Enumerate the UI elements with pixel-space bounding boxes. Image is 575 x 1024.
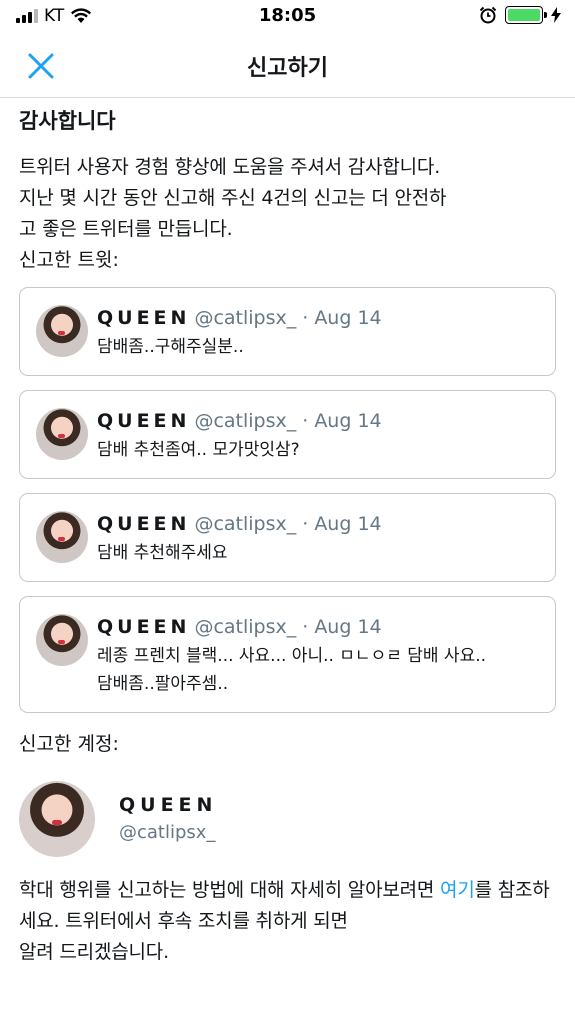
alarm-icon xyxy=(479,6,497,24)
page-title: 신고하기 xyxy=(247,56,328,81)
tweet-body: QUEEN @catlipsx_ · Aug 14 담배좀..구해주실분.. xyxy=(97,305,541,361)
account-name: QUEEN xyxy=(119,794,218,816)
tweet-header: QUEEN @catlipsx_ · Aug 14 xyxy=(97,511,541,537)
help-link[interactable]: 여기 xyxy=(440,879,475,901)
intro-text: 트위터 사용자 경험 향상에 도움을 주셔서 감사합니다. 지난 몇 시간 동안… xyxy=(19,152,556,245)
thanks-heading: 감사합니다 xyxy=(19,109,116,133)
tweet-author-name: QUEEN xyxy=(97,307,191,329)
tweet-text-line: 레종 프렌치 블랙... 사요... 아니.. ㅁㄴㅇㄹ 담배 사요.. xyxy=(97,646,487,666)
reported-account-label: 신고한 계정: xyxy=(19,733,119,755)
tweet-card[interactable]: QUEEN @catlipsx_ · Aug 14 레종 프렌치 블랙... 사… xyxy=(19,596,556,713)
tweet-card[interactable]: QUEEN @catlipsx_ · Aug 14 담배 추천해주세요 xyxy=(19,493,556,582)
intro-line: 고 좋은 트위터를 만듭니다. xyxy=(19,218,233,240)
tweet-author-name: QUEEN xyxy=(97,616,191,638)
tweet-author-name: QUEEN xyxy=(97,410,191,432)
tweet-text-line: 담배 추천좀여.. 모가맛잇삼? xyxy=(97,440,300,460)
account-handle: @catlipsx_ xyxy=(119,822,216,843)
intro-line: 지난 몇 시간 동안 신고해 주신 4건의 신고는 더 안전하 xyxy=(19,187,447,209)
tweet-date: Aug 14 xyxy=(314,307,382,329)
tweet-text-line: 담배좀..구해주실분.. xyxy=(97,337,244,357)
status-bar: KT 18:05 xyxy=(0,0,575,34)
separator-dot: · xyxy=(302,307,309,329)
reported-tweets-label: 신고한 트윗: xyxy=(19,249,119,271)
tweet-body: QUEEN @catlipsx_ · Aug 14 담배 추천해주세요 xyxy=(97,511,541,567)
tweet-card[interactable]: QUEEN @catlipsx_ · Aug 14 담배좀..구해주실분.. xyxy=(19,287,556,376)
tweet-header: QUEEN @catlipsx_ · Aug 14 xyxy=(97,408,541,434)
tweet-author-handle: @catlipsx_ xyxy=(194,616,297,638)
tweet-date: Aug 14 xyxy=(314,616,382,638)
separator-dot: · xyxy=(302,513,309,535)
tweet-header: QUEEN @catlipsx_ · Aug 14 xyxy=(97,305,541,331)
status-right xyxy=(479,6,561,24)
avatar xyxy=(36,305,88,357)
tweet-text-line: 담배좀..팔아주셈.. xyxy=(97,674,229,694)
battery-icon xyxy=(505,6,547,24)
tweet-author-handle: @catlipsx_ xyxy=(194,410,297,432)
tweet-text: 담배좀..구해주실분.. xyxy=(97,333,541,361)
avatar xyxy=(36,511,88,563)
tweet-body: QUEEN @catlipsx_ · Aug 14 레종 프렌치 블랙... 사… xyxy=(97,614,541,698)
tweet-author-handle: @catlipsx_ xyxy=(194,307,297,329)
separator-dot: · xyxy=(302,616,309,638)
footer-text: 학대 행위를 신고하는 방법에 대해 자세히 알아보려면 여기를 참조하세요. … xyxy=(19,875,556,968)
tweet-text: 담배 추천해주세요 xyxy=(97,539,541,567)
tweet-date: Aug 14 xyxy=(314,410,382,432)
tweet-text: 레종 프렌치 블랙... 사요... 아니.. ㅁㄴㅇㄹ 담배 사요.. 담배좀… xyxy=(97,642,541,698)
report-content: 감사합니다 트위터 사용자 경험 향상에 도움을 주셔서 감사합니다. 지난 몇… xyxy=(0,98,575,968)
avatar[interactable] xyxy=(19,781,95,857)
tweet-author-name: QUEEN xyxy=(97,513,191,535)
account-info: QUEEN @catlipsx_ xyxy=(119,791,217,847)
reported-account: QUEEN @catlipsx_ xyxy=(19,781,556,857)
report-header: 신고하기 xyxy=(0,34,575,98)
separator-dot: · xyxy=(302,410,309,432)
tweet-header: QUEEN @catlipsx_ · Aug 14 xyxy=(97,614,541,640)
tweet-date: Aug 14 xyxy=(314,513,382,535)
tweet-card[interactable]: QUEEN @catlipsx_ · Aug 14 담배 추천좀여.. 모가맛잇… xyxy=(19,390,556,479)
footer-text-part: 알려 드리겠습니다. xyxy=(19,941,169,963)
tweet-author-handle: @catlipsx_ xyxy=(194,513,297,535)
intro-line: 트위터 사용자 경험 향상에 도움을 주셔서 감사합니다. xyxy=(19,156,441,178)
tweet-text: 담배 추천좀여.. 모가맛잇삼? xyxy=(97,436,541,464)
charging-icon xyxy=(551,7,561,23)
tweet-body: QUEEN @catlipsx_ · Aug 14 담배 추천좀여.. 모가맛잇… xyxy=(97,408,541,464)
tweet-text-line: 담배 추천해주세요 xyxy=(97,543,228,563)
avatar xyxy=(36,408,88,460)
avatar xyxy=(36,614,88,666)
footer-text-part: 학대 행위를 신고하는 방법에 대해 자세히 알아보려면 xyxy=(19,879,441,901)
